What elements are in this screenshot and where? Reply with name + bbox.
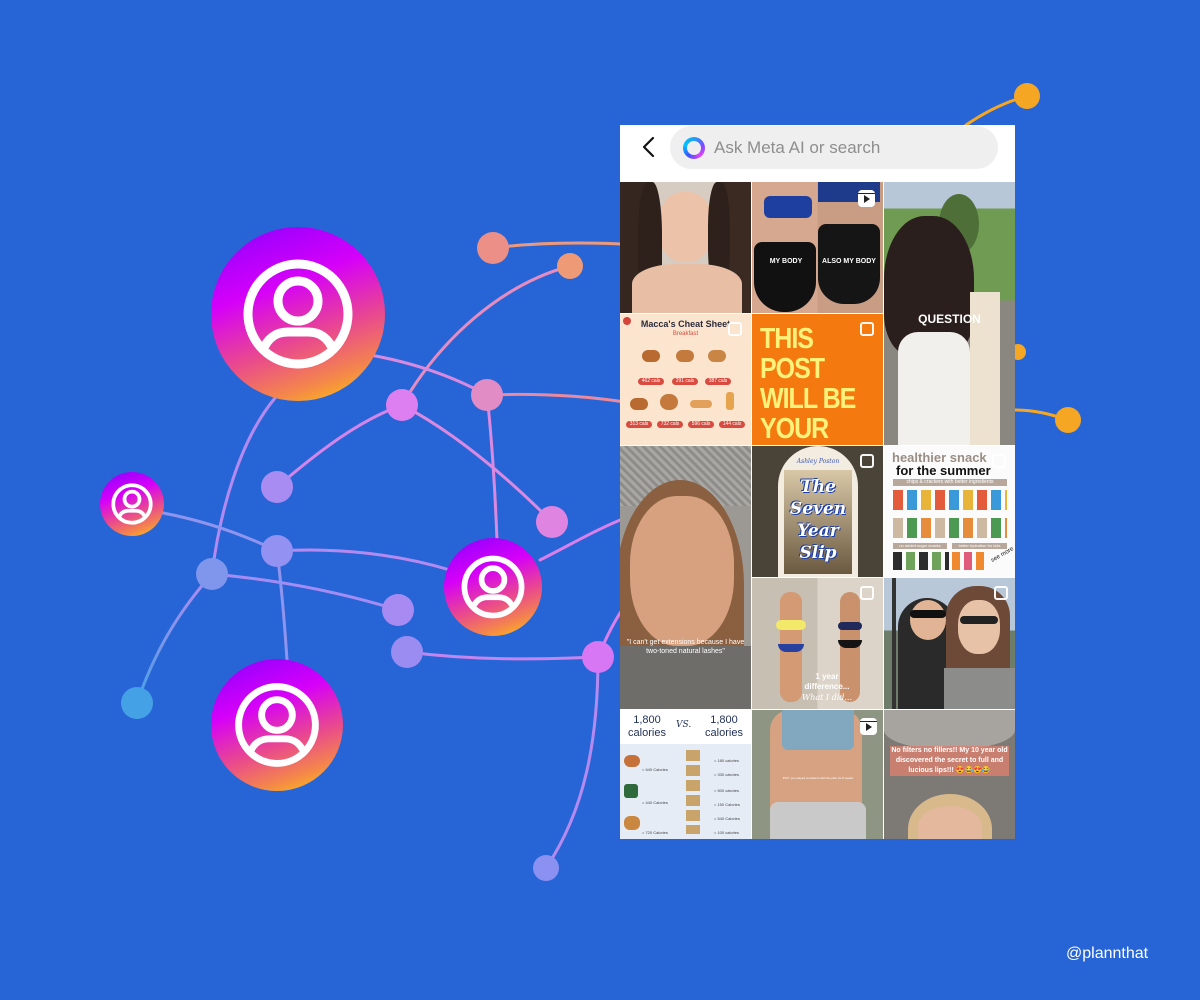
cals-badge: 313 cals: [626, 421, 652, 428]
cals-badge: 387 cals: [705, 378, 731, 385]
tile-caption: No filters no fillers!! My 10 year old d…: [890, 746, 1009, 776]
cals-value: = 640 Calories: [642, 767, 668, 772]
brand-handle: @plannthat: [1066, 945, 1149, 962]
tile-headline: THIS POST WILL BE YOUR IDEA BANK.: [760, 322, 856, 445]
tile-title: 1,800 calories: [628, 714, 666, 739]
book-author: Ashley Poston: [796, 458, 840, 465]
edge: [405, 650, 600, 661]
cals-value: = 330 calories: [714, 772, 740, 777]
explore-tile[interactable]: healthier snack for the summer chips & c…: [884, 446, 1015, 577]
node: [557, 253, 583, 279]
user-circle-icon: [461, 555, 525, 619]
node: [121, 687, 153, 719]
tile-caption: ALSO MY BODY: [822, 258, 876, 265]
explore-tile[interactable]: [620, 182, 751, 313]
carousel-icon: [860, 322, 874, 336]
profile-node-bottom: [211, 659, 343, 791]
edge: [275, 403, 404, 489]
node: [386, 389, 418, 421]
edge: [135, 572, 214, 705]
tile-caption: QUESTION: [918, 312, 981, 326]
edge: [544, 655, 600, 870]
chevron-left-icon[interactable]: [638, 135, 662, 159]
tile-caption: 1 year: [815, 672, 839, 681]
tile-caption: MY BODY: [769, 258, 803, 265]
carousel-icon: [860, 454, 874, 468]
node: [536, 506, 568, 538]
user-circle-icon: [111, 483, 153, 525]
book-title: The Seven Year Slip: [789, 477, 847, 563]
cals-value: = 540 Calories: [714, 816, 740, 821]
tile-title: 1,800 calories: [705, 714, 743, 739]
network-graph: [121, 83, 1081, 881]
explore-tile[interactable]: QUESTION: [884, 182, 1015, 445]
vs-label: VS.: [676, 720, 692, 730]
explore-grid: MY BODY ALSO MY BODY QUESTION Macca's Ch…: [620, 182, 1015, 839]
cals-badge: 144 cals: [719, 421, 745, 428]
carousel-icon: [994, 586, 1008, 600]
edge: [368, 353, 489, 397]
explore-tile[interactable]: MY BODY ALSO MY BODY: [752, 182, 883, 313]
carousel-icon: [728, 322, 742, 336]
cals-badge: 596 cals: [688, 421, 714, 428]
node: [382, 594, 414, 626]
cals-badge: 291 cals: [672, 378, 698, 385]
tile-caption: POV: you stayed consistent with the plan…: [782, 776, 854, 780]
tile-caption: difference...: [804, 682, 850, 691]
node: [1014, 83, 1040, 109]
explore-tile[interactable]: [884, 578, 1015, 709]
carousel-icon: [992, 454, 1006, 468]
node: [477, 232, 509, 264]
cals-value: = 500 calories: [714, 788, 740, 793]
edge: [275, 548, 452, 572]
explore-tile[interactable]: THIS POST WILL BE YOUR IDEA BANK.: [752, 314, 883, 445]
profile-node-large: [211, 227, 385, 401]
node: [391, 636, 423, 668]
edge: [485, 393, 499, 542]
edge: [491, 241, 642, 250]
tile-caption: What I did...: [801, 693, 853, 702]
section-label: chips & crackers with better ingredients: [893, 479, 1007, 486]
explore-tile[interactable]: Macca's Cheat Sheet Breakfast 462 cals 2…: [620, 314, 751, 445]
instagram-explore-screen: Ask Meta AI or search MY BODY ALSO MY BO…: [620, 125, 1015, 839]
profile-node-medium: [444, 538, 542, 636]
search-header: Ask Meta AI or search: [620, 125, 1015, 182]
explore-tile[interactable]: 1,800 calories VS. 1,800 calories = 640 …: [620, 710, 751, 839]
node: [582, 641, 614, 673]
edge: [400, 403, 554, 524]
cals-value: = 720 Calories: [642, 830, 668, 835]
node: [261, 471, 293, 503]
explore-tile[interactable]: Ashley Poston The Seven Year Slip: [752, 446, 883, 577]
node: [533, 855, 559, 881]
edge: [210, 572, 400, 612]
tile-caption: "I can't get extensions because I have t…: [626, 639, 745, 655]
meta-ai-ring-icon: [683, 136, 705, 159]
edge: [485, 392, 627, 404]
section-label: better hydration for kids: [952, 543, 1007, 549]
cals-badge: 462 cals: [638, 378, 664, 385]
explore-tile[interactable]: No filters no fillers!! My 10 year old d…: [884, 710, 1015, 839]
node: [471, 379, 503, 411]
edge: [275, 549, 289, 662]
cals-value: = 180 calories: [714, 758, 740, 763]
search-input[interactable]: Ask Meta AI or search: [670, 126, 998, 169]
cals-value: = 100 calories: [714, 830, 740, 835]
node: [1055, 407, 1081, 433]
cals-value: = 150 Calories: [714, 802, 740, 807]
carousel-icon: [860, 586, 874, 600]
profile-node-small: [100, 472, 164, 536]
user-circle-icon: [243, 259, 353, 369]
node: [261, 535, 293, 567]
search-placeholder: Ask Meta AI or search: [714, 137, 881, 157]
node: [196, 558, 228, 590]
user-circle-icon: [235, 683, 319, 767]
explore-tile[interactable]: "I can't get extensions because I have t…: [620, 446, 751, 709]
cals-badge: 732 cals: [657, 421, 683, 428]
reels-icon: [860, 718, 877, 735]
explore-tile[interactable]: POV: you stayed consistent with the plan…: [752, 710, 883, 839]
cals-value: = 440 Calories: [642, 800, 668, 805]
reels-icon: [858, 190, 875, 207]
explore-tile[interactable]: 1 year difference... What I did...: [752, 578, 883, 709]
section-label: no added sugar snacks: [893, 543, 947, 549]
